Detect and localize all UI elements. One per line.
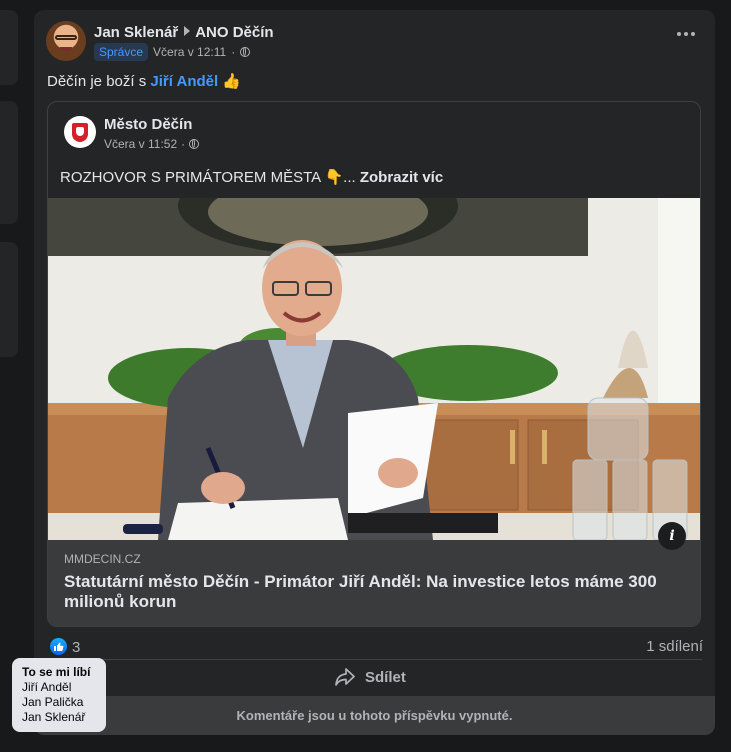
divider — [47, 659, 702, 660]
like-count[interactable]: 3 — [72, 639, 80, 656]
triangle-right-icon — [184, 26, 191, 36]
tooltip-title: To se mi líbí — [22, 665, 91, 679]
link-preview-box[interactable]: MMDECIN.CZ Statutární město Děčín - Prim… — [48, 540, 700, 626]
separator-dot: · — [231, 45, 236, 59]
author-avatar[interactable] — [46, 21, 86, 61]
tooltip-name: Jan Palička — [22, 695, 84, 709]
page-logo[interactable] — [64, 116, 96, 148]
tooltip-name: Jan Sklenář — [22, 710, 86, 724]
mention-link[interactable]: Jiří Anděl — [150, 73, 218, 90]
role-badge: Správce — [94, 43, 149, 61]
group-name[interactable]: ANO Děčín — [195, 24, 273, 41]
link-domain: MMDECIN.CZ — [64, 552, 141, 566]
share-button-label: Sdílet — [365, 668, 406, 686]
tooltip-name: Jiří Anděl — [22, 680, 72, 694]
left-panel-card-2 — [0, 101, 18, 224]
thumbs-up-emoji: 👍 — [222, 73, 242, 90]
shared-text-body: ROZHOVOR S PRIMÁTOREM MĚSTA 👇... — [60, 169, 356, 186]
left-panel-card-1 — [0, 10, 18, 85]
info-icon[interactable]: i — [658, 522, 686, 550]
globe-icon[interactable] — [240, 47, 251, 57]
link-title[interactable]: Statutární město Děčín - Primátor Jiří A… — [64, 572, 664, 612]
see-more-link[interactable]: Zobrazit víc — [360, 169, 443, 186]
globe-icon[interactable] — [189, 139, 200, 149]
share-icon — [335, 668, 355, 686]
post-meta: Správce Včera v 12:11 · — [94, 43, 251, 61]
shared-time[interactable]: Včera v 11:52 — [104, 137, 177, 151]
feed-post: Jan Sklenář ANO Děčín Správce Včera v 12:… — [34, 10, 715, 735]
comments-disabled-notice: Komentáře jsou u tohoto příspěvku vypnut… — [34, 696, 715, 735]
page-name[interactable]: Město Děčín — [104, 116, 192, 133]
post-time[interactable]: Včera v 12:11 — [153, 45, 226, 59]
post-text-prefix: Děčín je boží s — [47, 73, 151, 90]
left-panel-card-3 — [0, 242, 18, 357]
author-name[interactable]: Jan Sklenář — [94, 24, 178, 41]
link-preview-image[interactable] — [48, 198, 700, 540]
coat-of-arms-icon — [72, 122, 88, 142]
shared-post[interactable]: Město Děčín Včera v 11:52 · ROZHOVOR S P… — [47, 101, 701, 627]
separator-dot: · — [181, 137, 186, 151]
post-text: Děčín je boží s Jiří Anděl 👍 — [47, 72, 241, 90]
shared-meta: Včera v 11:52 · — [104, 137, 200, 151]
reactions-tooltip: To se mi líbí Jiří Anděl Jan Palička Jan… — [12, 658, 106, 732]
shared-text: ROZHOVOR S PRIMÁTOREM MĚSTA 👇... Zobrazi… — [60, 168, 443, 186]
more-options-icon[interactable] — [677, 32, 695, 36]
post-header: Jan Sklenář ANO Děčín — [94, 24, 274, 41]
share-count[interactable]: 1 sdílení — [646, 638, 703, 655]
share-button[interactable]: Sdílet — [335, 662, 406, 692]
like-reaction-icon[interactable] — [50, 638, 67, 655]
